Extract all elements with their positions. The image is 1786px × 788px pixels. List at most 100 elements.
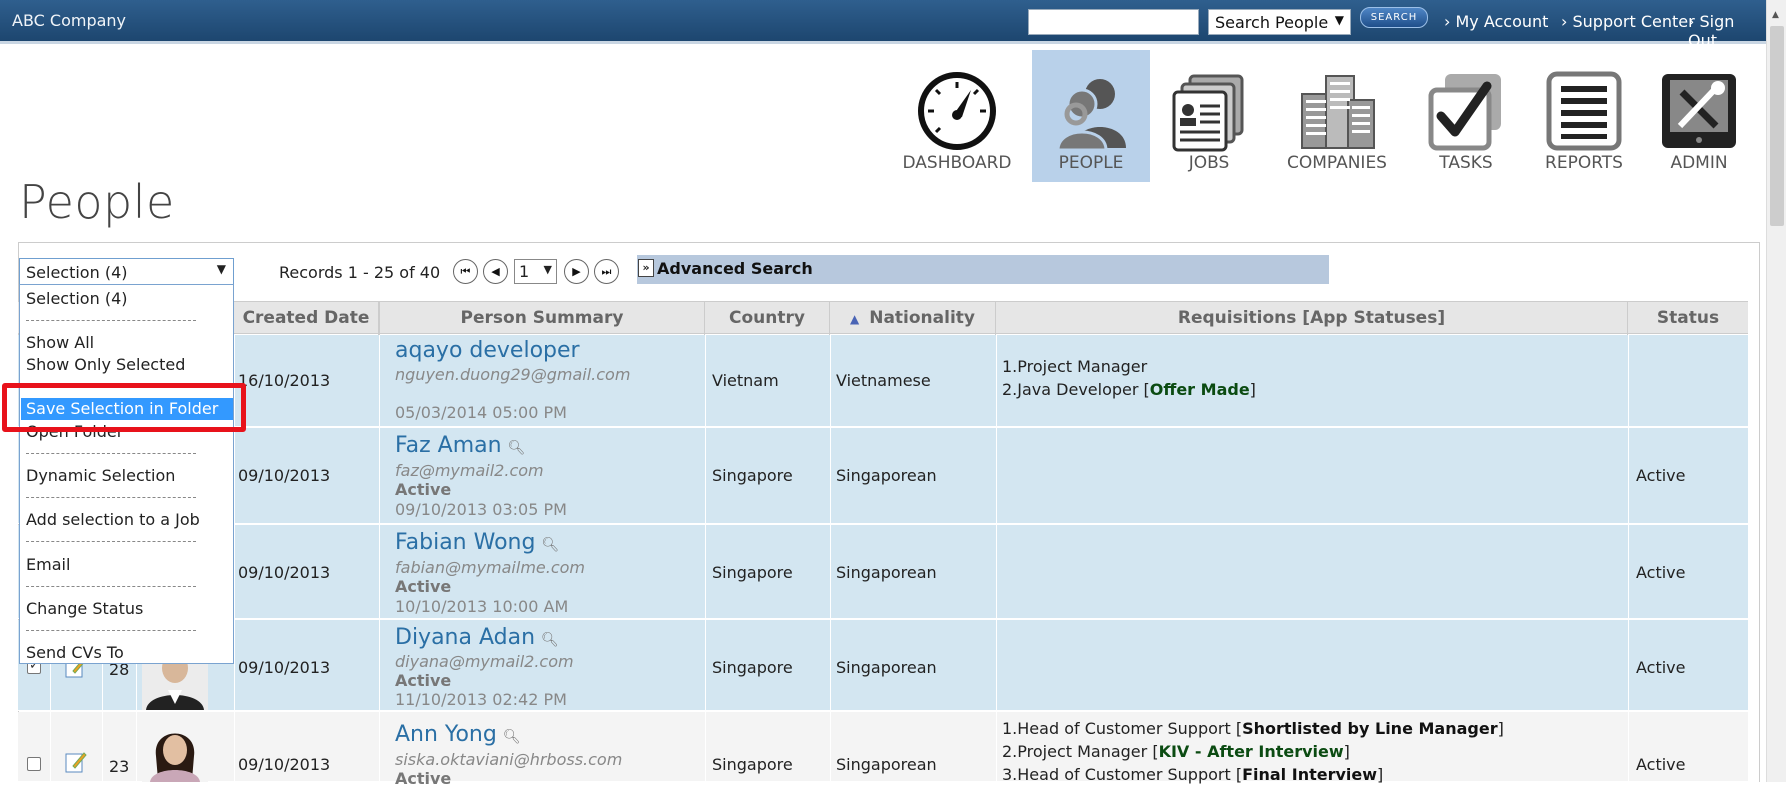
chevron-down-icon: ▼ (1334, 13, 1344, 27)
nav-label-companies: COMPANIES (1287, 153, 1387, 173)
col-requisitions[interactable]: Requisitions [App Statuses] (996, 302, 1628, 335)
people-icon (1056, 79, 1126, 152)
nationality: Singaporean (836, 466, 937, 485)
page-scrollbar[interactable]: ▲ (1766, 0, 1786, 782)
status: Active (1636, 755, 1686, 774)
table-row[interactable]: 16/10/2013 aqayo developer nguyen.duong2… (18, 335, 1748, 427)
search-scope-value: Search People (1215, 13, 1329, 32)
col-status[interactable]: Status (1628, 302, 1748, 335)
menu-item-selection[interactable]: Selection (4) (26, 289, 127, 308)
created-date: 09/10/2013 (238, 658, 331, 677)
first-page-button[interactable]: ⏮ (453, 259, 478, 284)
nav-tasks[interactable]: TASKS (1418, 50, 1514, 182)
person-name-link[interactable]: Ann Yong 🔍︎ (395, 722, 521, 747)
page-title: People (19, 175, 175, 229)
menu-item-change-status[interactable]: Change Status (26, 599, 143, 618)
col-country[interactable]: Country (705, 302, 830, 335)
next-page-button[interactable]: ▶ (564, 259, 589, 284)
nav-reports[interactable]: REPORTS (1538, 50, 1630, 182)
scroll-up-icon[interactable]: ▲ (1772, 10, 1779, 20)
magnifier-icon[interactable]: 🔍︎ (503, 729, 521, 745)
chevron-down-icon: ▼ (216, 262, 226, 276)
table-row[interactable]: 09/10/2013 Fabian Wong 🔍︎ fabian@mymailme… (18, 525, 1748, 619)
sign-out-link[interactable]: › Sign Out (1688, 12, 1766, 50)
search-button[interactable]: SEARCH (1360, 7, 1428, 28)
magnifier-icon[interactable]: 🔍︎ (541, 632, 559, 648)
country: Singapore (712, 658, 793, 677)
edit-icon[interactable] (65, 751, 87, 773)
dashboard-icon (918, 72, 996, 150)
support-center-link[interactable]: › Support Center (1561, 12, 1695, 31)
requisition-item[interactable]: 2.Java Developer [Offer Made] (1002, 378, 1256, 401)
requisitions: 1.Head of Customer Support [Shortlisted … (1002, 717, 1504, 786)
last-page-button[interactable]: ⏭ (594, 259, 619, 284)
person-name-link[interactable]: aqayo developer (395, 338, 580, 363)
requisition-item[interactable]: 1.Head of Customer Support [Shortlisted … (1002, 717, 1504, 740)
menu-item-show-all[interactable]: Show All (26, 333, 94, 352)
scrollbar-thumb[interactable] (1770, 26, 1784, 226)
top-search-input[interactable] (1028, 9, 1199, 35)
menu-item-email[interactable]: Email (26, 555, 70, 574)
created-date: 09/10/2013 (238, 466, 331, 485)
person-name-link[interactable]: Faz Aman 🔍︎ (395, 433, 525, 458)
table-row[interactable]: 09/10/2013 Faz Aman 🔍︎ faz@mymail2.com Ac… (18, 428, 1748, 524)
record-id: 23 (109, 757, 130, 776)
menu-separator (26, 320, 196, 321)
selection-select[interactable]: Selection (4) ▼ (19, 258, 234, 285)
expand-icon[interactable]: » (638, 259, 654, 277)
nav-label-jobs: JOBS (1188, 153, 1230, 173)
menu-item-add-selection-to-job[interactable]: Add selection to a Job (26, 510, 200, 529)
table-row[interactable]: 28 09/10/2013 Diyana Adan🔍︎ diyana@mymai… (18, 620, 1748, 711)
requisitions: 1.Project Manager 2.Java Developer [Offe… (1002, 355, 1256, 401)
menu-item-dynamic-selection[interactable]: Dynamic Selection (26, 466, 175, 485)
person-name-link[interactable]: Fabian Wong 🔍︎ (395, 530, 559, 555)
nav-jobs[interactable]: JOBS (1162, 50, 1256, 182)
app-status: Offer Made (1149, 380, 1250, 399)
brand-name: ABC Company (12, 11, 127, 30)
magnifier-icon[interactable]: 🔍︎ (541, 537, 559, 553)
page-number-select[interactable]: 1 ▼ (514, 259, 557, 284)
person-date: 05/03/2014 05:00 PM (395, 403, 567, 422)
person-status: Active (395, 480, 452, 499)
created-date: 09/10/2013 (238, 755, 331, 774)
nationality: Singaporean (836, 563, 937, 582)
advanced-search-bar[interactable]: » Advanced Search (637, 255, 1329, 284)
companies-icon (1301, 75, 1375, 149)
col-nationality-cell[interactable]: ▲ Nationality (830, 302, 996, 335)
chevron-down-icon: ▼ (543, 263, 552, 276)
nav-label-dashboard: DASHBOARD (902, 153, 1012, 173)
app-status: KIV - After Interview (1158, 742, 1344, 761)
nav-people[interactable]: PEOPLE (1032, 50, 1150, 182)
person-status: Active (395, 577, 452, 596)
selection-select-value: Selection (4) (26, 263, 128, 282)
nav-dashboard[interactable]: DASHBOARD (896, 50, 1018, 182)
magnifier-icon[interactable]: 🔍︎ (508, 440, 526, 456)
search-scope-select[interactable]: Search People ▼ (1208, 9, 1351, 35)
status: Active (1636, 466, 1686, 485)
col-created-date[interactable]: Created Date (234, 302, 379, 335)
col-person-summary[interactable]: Person Summary (379, 302, 705, 335)
row-checkbox[interactable] (27, 757, 41, 771)
table-row[interactable]: 23 09/10/2013 Ann Yong 🔍︎ siska.oktaviani… (18, 712, 1748, 788)
person-email: nguyen.duong29@gmail.com (395, 365, 631, 384)
person-date: 09/10/2013 03:05 PM (395, 500, 567, 519)
person-name-link[interactable]: Diyana Adan 🔍︎ (395, 625, 559, 650)
person-email: siska.oktaviani@hrboss.com (395, 750, 623, 769)
advanced-search-label[interactable]: Advanced Search (657, 259, 813, 278)
requisition-item[interactable]: 1.Project Manager (1002, 355, 1256, 378)
menu-separator (26, 541, 196, 542)
my-account-link[interactable]: › My Account (1444, 12, 1548, 31)
requisition-item[interactable]: 3.Head of Customer Support [Final Interv… (1002, 763, 1504, 786)
nav-label-reports: REPORTS (1545, 153, 1623, 173)
menu-item-send-cvs-to[interactable]: Send CVs To (26, 643, 124, 662)
nav-companies[interactable]: COMPANIES (1280, 50, 1394, 182)
prev-page-button[interactable]: ◀ (483, 259, 508, 284)
highlight-callout (2, 383, 246, 432)
nav-admin[interactable]: ADMIN (1654, 50, 1744, 182)
app-status: Shortlisted by Line Manager (1242, 719, 1498, 738)
requisition-item[interactable]: 2.Project Manager [KIV - After Interview… (1002, 740, 1504, 763)
nav-label-admin: ADMIN (1670, 153, 1728, 173)
menu-item-show-only-selected[interactable]: Show Only Selected (26, 355, 185, 374)
created-date: 16/10/2013 (238, 371, 331, 390)
tasks-icon (1428, 74, 1501, 151)
